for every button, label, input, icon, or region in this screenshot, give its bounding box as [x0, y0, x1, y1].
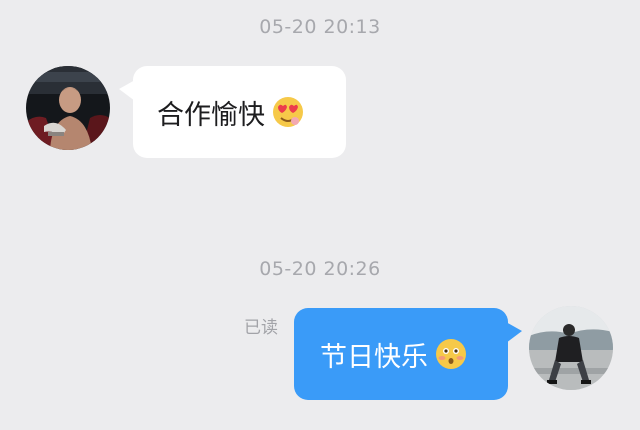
avatar-photo-icon [26, 66, 110, 150]
message-timestamp: 05-20 20:26 [259, 258, 381, 280]
my-avatar[interactable] [529, 306, 613, 390]
avatar-photo-icon [529, 306, 613, 390]
heart-eyes-emoji-icon [271, 95, 305, 129]
message-timestamp: 05-20 20:13 [259, 16, 381, 38]
incoming-message-bubble[interactable]: 合作愉快 [119, 66, 346, 158]
message-text: 合作愉快 [157, 99, 265, 131]
flushed-emoji-icon [434, 337, 468, 371]
read-receipt: 已读 [244, 318, 278, 338]
outgoing-message-bubble[interactable]: 节日快乐 [294, 308, 522, 400]
message-text: 节日快乐 [320, 341, 428, 373]
contact-avatar[interactable] [26, 66, 110, 150]
